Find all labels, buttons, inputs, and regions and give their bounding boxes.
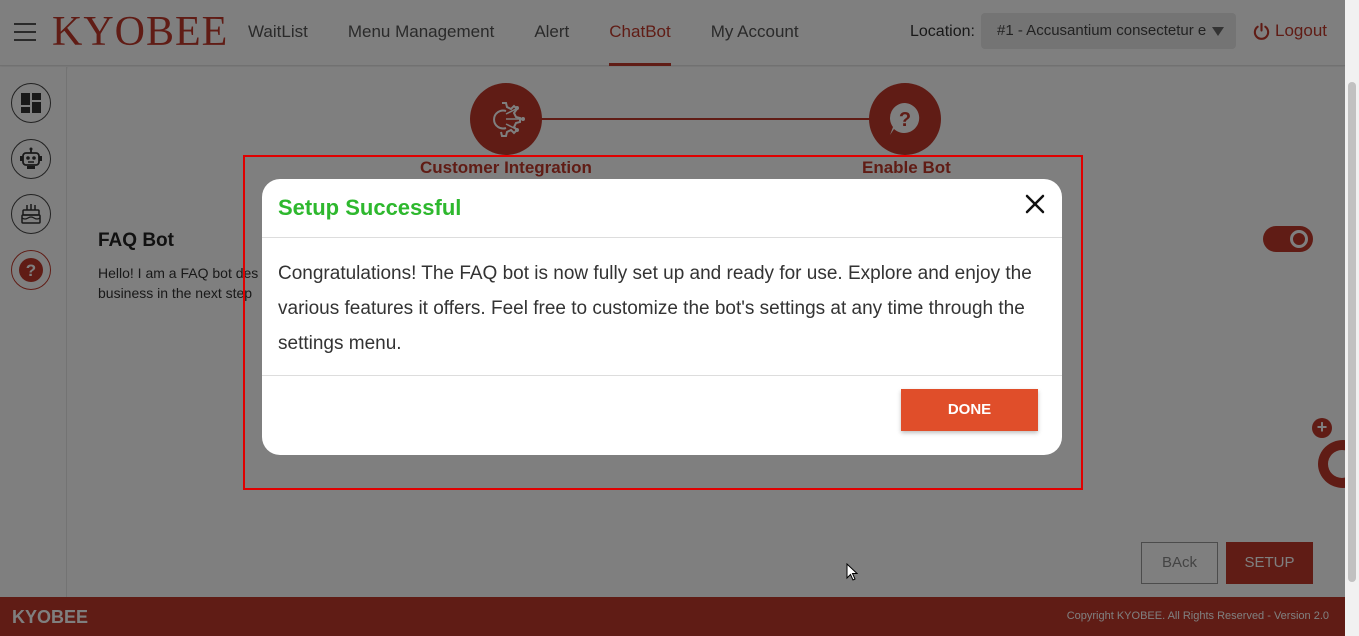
dialog-header: Setup Successful xyxy=(262,179,1062,238)
page-scrollbar[interactable] xyxy=(1345,0,1359,636)
mouse-cursor-icon xyxy=(846,563,858,581)
dialog-title: Setup Successful xyxy=(278,195,462,220)
dialog-message: Congratulations! The FAQ bot is now full… xyxy=(262,238,1062,376)
done-button[interactable]: DONE xyxy=(901,389,1038,431)
close-icon[interactable] xyxy=(1024,193,1046,215)
scrollbar-thumb[interactable] xyxy=(1348,82,1356,582)
setup-success-dialog: Setup Successful Congratulations! The FA… xyxy=(262,179,1062,455)
